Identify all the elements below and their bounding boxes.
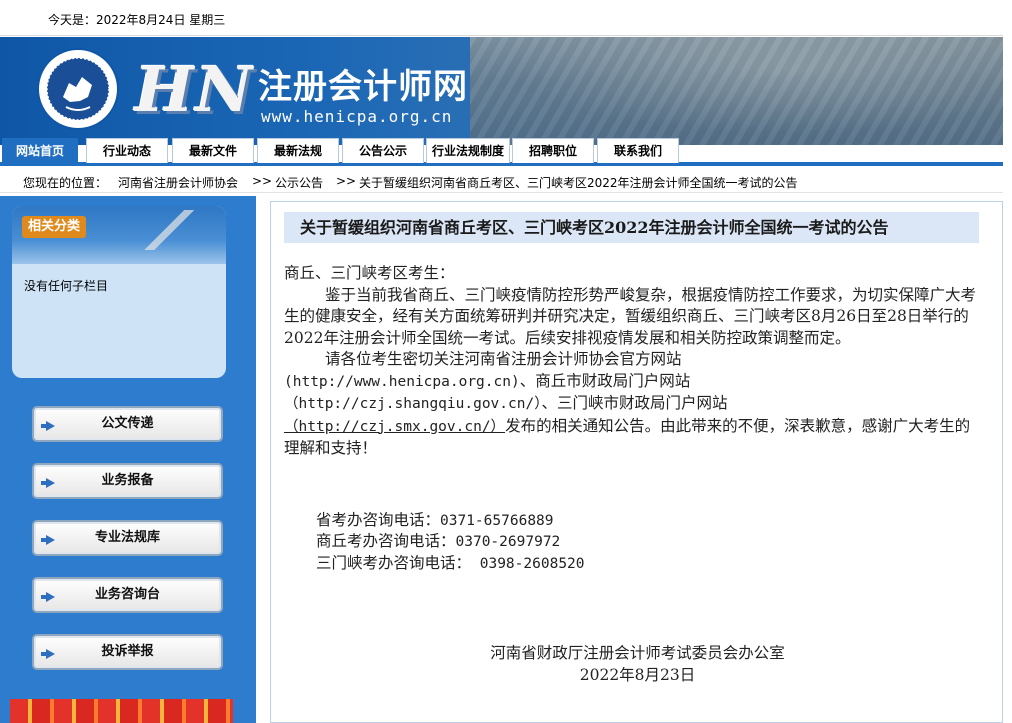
phone-number: 0398-2608520: [471, 556, 585, 572]
nav-tab-contact[interactable]: 联系我们: [597, 138, 679, 163]
phone-number: 0370-2697972: [455, 534, 561, 550]
panel-empty-text: 没有任何子栏目: [24, 279, 109, 293]
breadcrumb-current[interactable]: 关于暂缓组织河南省商丘考区、三门峡考区2022年注册会计师全国统一考试的公告: [359, 174, 798, 191]
top-bar: 今天是：2022年8月24日 星期三: [0, 0, 1003, 36]
breadcrumb-separator: >>: [336, 174, 357, 188]
hn-logo-text: HN: [135, 53, 255, 126]
paragraph-text: 请各位考生密切关注河南省注册会计师协会官方网站: [325, 350, 682, 368]
article-paragraph-2: 请各位考生密切关注河南省注册会计师协会官方网站: [284, 349, 984, 371]
breadcrumb-separator: >>: [252, 174, 273, 188]
article-paragraph-2-cont: （http://czj.shangqiu.gov.cn/）、三门峡市财政局门户网…: [284, 393, 984, 416]
contact-phone-shangqiu: 商丘考办咨询电话：0370-2697972: [316, 529, 916, 551]
banner-scenery-image: [470, 37, 1003, 145]
nav-tab-regulation-system[interactable]: 行业法规制度: [426, 138, 510, 163]
sidebar-button-document-transfer[interactable]: 公文传递: [32, 406, 223, 442]
phone-number: 0371-65766889: [440, 513, 554, 529]
sidebar-button-business-filing[interactable]: 业务报备: [32, 463, 223, 499]
nav-tab-latest-documents[interactable]: 最新文件: [172, 138, 254, 163]
phone-label: 三门峡考办咨询电话：: [316, 554, 472, 572]
panel-header: 相关分类: [12, 206, 226, 264]
cpa-emblem-icon[interactable]: [36, 47, 120, 131]
article-title: 关于暂缓组织河南省商丘考区、三门峡考区2022年注册会计师全国统一考试的公告: [284, 212, 979, 243]
breadcrumb: 您现在的位置： 河南省注册会计师协会 >> 公示公告 >> 关于暂缓组织河南省商…: [0, 168, 1003, 193]
sidebar: 相关分类 没有任何子栏目 公文传递 业务报备 专业法规库 业务咨询台 投诉举报: [0, 196, 256, 723]
article-container: 关于暂缓组织河南省商丘考区、三门峡考区2022年注册会计师全国统一考试的公告 商…: [270, 201, 1003, 723]
henicpa-link[interactable]: (http://www.henicpa.org.cn): [284, 374, 520, 390]
sidebar-button-consultation[interactable]: 业务咨询台: [32, 577, 223, 613]
paragraph-text: 、三门峡市财政局门户网站: [541, 394, 728, 412]
article-sign-date: 2022年8月23日: [579, 666, 696, 684]
sidebar-button-label: 业务咨询台: [94, 587, 160, 602]
article-greeting: 商丘、三门峡考区考生：: [284, 264, 455, 282]
sidebar-button-label: 投诉举报: [101, 644, 154, 659]
phone-label: 省考办咨询电话：: [316, 511, 441, 529]
nav-tab-latest-regulations[interactable]: 最新法规: [257, 138, 339, 163]
site-banner: HN 注册会计师网 www.henicpa.org.cn: [0, 37, 1003, 145]
sidebar-button-regulation-library[interactable]: 专业法规库: [32, 520, 223, 556]
nav-tab-jobs[interactable]: 招聘职位: [512, 138, 594, 163]
promo-banner-image[interactable]: [10, 699, 233, 723]
site-title[interactable]: 注册会计师网: [258, 59, 468, 108]
related-categories-panel: 相关分类 没有任何子栏目: [12, 206, 226, 378]
shangqiu-finance-link[interactable]: （http://czj.shangqiu.gov.cn/）: [284, 396, 541, 412]
sidebar-button-label: 专业法规库: [94, 530, 160, 545]
article-paragraph-1: 鉴于当前我省商丘、三门峡疫情防控形势严峻复杂，根据疫情防控工作要求，为切实保障广…: [284, 285, 977, 347]
nav-tab-announcements[interactable]: 公告公示: [342, 138, 424, 163]
article-paragraph-2-cont: （http://czj.smx.gov.cn/）发布的相关通知公告。由此带来的不…: [284, 416, 984, 460]
main-nav: 网站首页 行业动态 最新文件 最新法规 公告公示 行业法规制度 招聘职位 联系我…: [0, 138, 1003, 166]
article-signature: 河南省财政厅注册会计师考试委员会办公室: [490, 644, 785, 662]
breadcrumb-link-association[interactable]: 河南省注册会计师协会: [118, 174, 238, 191]
panel-title: 相关分类: [22, 216, 87, 238]
sidebar-button-label: 公文传递: [101, 416, 154, 431]
sidebar-button-label: 业务报备: [101, 473, 154, 488]
article-paragraph-2-cont: (http://www.henicpa.org.cn)、商丘市财政局门户网站: [284, 371, 984, 394]
sidebar-button-complaint[interactable]: 投诉举报: [32, 634, 223, 670]
phone-label: 商丘考办咨询电话：: [316, 532, 456, 550]
breadcrumb-prefix: 您现在的位置：: [23, 176, 108, 190]
current-date: 今天是：2022年8月24日 星期三: [48, 13, 226, 27]
pen-icon: [132, 210, 222, 250]
nav-tab-home[interactable]: 网站首页: [2, 138, 78, 163]
sanmenxia-finance-link[interactable]: （http://czj.smx.gov.cn/）: [284, 419, 505, 435]
contact-phone-province: 省考办咨询电话：0371-65766889: [316, 508, 916, 530]
nav-tab-industry-news[interactable]: 行业动态: [86, 138, 168, 163]
paragraph-text: 、商丘市财政局门户网站: [519, 371, 691, 390]
article-body: 商丘、三门峡考区考生： 鉴于当前我省商丘、三门峡疫情防控形势严峻复杂，根据疫情防…: [284, 263, 984, 460]
breadcrumb-link-announcements[interactable]: 公示公告: [275, 174, 323, 191]
site-url[interactable]: www.henicpa.org.cn: [261, 107, 452, 126]
contact-phone-sanmenxia: 三门峡考办咨询电话： 0398-2608520: [316, 551, 916, 573]
